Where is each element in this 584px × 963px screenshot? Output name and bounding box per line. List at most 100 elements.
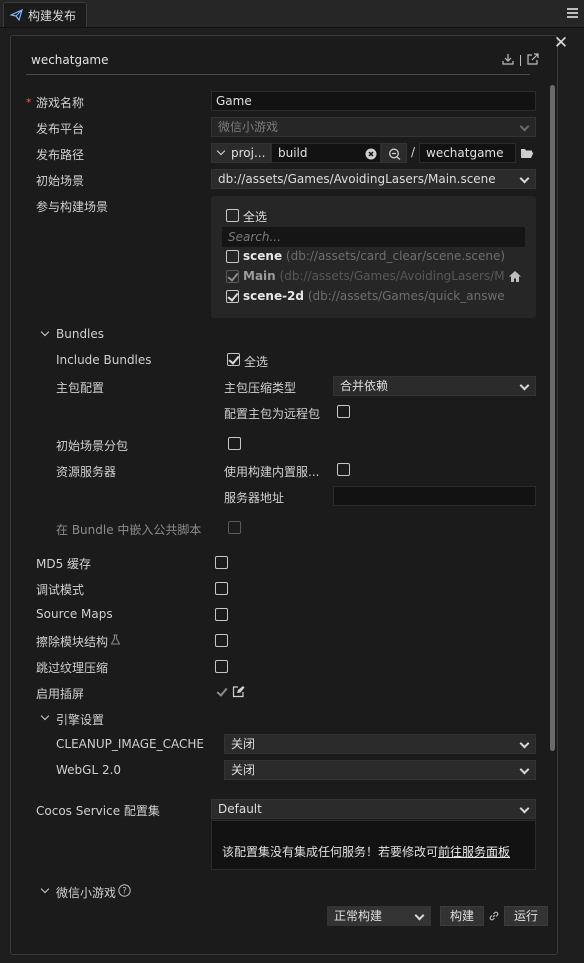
webgl2-select[interactable]: 关闭	[224, 760, 536, 780]
build-mode-select[interactable]: 正常构建	[327, 906, 431, 926]
run-button[interactable]: 运行	[504, 906, 548, 926]
platform-header-title: wechatgame	[31, 53, 109, 67]
header-actions	[502, 53, 539, 68]
splash-label: 启用插屏	[36, 687, 85, 701]
remote-main-checkbox[interactable]	[337, 405, 350, 418]
path-name-input[interactable]: wechatgame	[419, 143, 516, 163]
path-prefix-value: proj...	[231, 146, 266, 160]
skip-texture-label: 跳过纹理压缩	[36, 661, 109, 675]
home-icon	[508, 270, 522, 286]
include-bundles-label: Include Bundles	[56, 353, 152, 367]
scene-checkbox-2d[interactable]	[226, 290, 239, 303]
tab-bar: 构建发布	[0, 0, 584, 28]
chevron-down-icon	[216, 146, 226, 156]
cleanup-cache-value: 关闭	[231, 737, 256, 751]
clear-icon[interactable]	[365, 147, 377, 162]
cocos-service-value: Default	[218, 802, 262, 816]
debug-mode-label: 调试模式	[36, 583, 85, 597]
scene-search-input[interactable]: Search...	[222, 227, 525, 247]
build-button[interactable]: 构建	[440, 906, 484, 926]
paper-plane-icon	[10, 9, 23, 21]
service-panel-link[interactable]: 前往服务面板	[438, 845, 510, 859]
scene-item-path: (db://assets/Games/quick_answer/scene-2d…	[307, 289, 505, 303]
path-prefix-select[interactable]: proj...	[211, 143, 271, 163]
webgl2-value: 关闭	[231, 763, 256, 777]
start-scene-label: 初始场景	[36, 174, 85, 188]
import-icon[interactable]	[502, 53, 514, 68]
cocos-service-select[interactable]: Default	[211, 799, 536, 819]
scene-item-name: scene-2d	[243, 289, 304, 303]
scrollbar-thumb[interactable]	[550, 85, 555, 751]
splash-checkbox	[215, 685, 228, 698]
builtin-server-checkbox[interactable]	[337, 463, 350, 476]
include-bundles-value: 全选	[244, 355, 269, 369]
chevron-down-icon	[519, 121, 530, 132]
scene-item-path: (db://assets/Games/AvoidingLasers/Main.s…	[279, 269, 505, 283]
path-folder-value: build	[278, 146, 308, 160]
include-bundles-checkbox[interactable]	[227, 353, 240, 366]
required-star: *	[26, 96, 32, 109]
flask-icon	[110, 634, 121, 648]
header-divider	[26, 74, 530, 75]
platform-select: 微信小游戏	[211, 117, 536, 137]
source-maps-checkbox[interactable]	[215, 608, 228, 621]
cleanup-cache-select[interactable]: 关闭	[224, 734, 536, 754]
start-scene-split-label: 初始场景分包	[56, 439, 129, 453]
build-path-label: 发布路径	[36, 148, 85, 162]
bundles-section-title[interactable]: Bundles	[56, 327, 104, 341]
embed-script-label: 在 Bundle 中嵌入公共脚本	[56, 523, 202, 537]
scene-item-name: Main	[243, 269, 276, 283]
chevron-down-icon	[519, 803, 530, 814]
debug-mode-checkbox[interactable]	[215, 582, 228, 595]
engine-section-title[interactable]: 引擎设置	[56, 711, 104, 728]
scene-checkbox[interactable]	[226, 250, 239, 263]
start-scene-select[interactable]: db://assets/Games/AvoidingLasers/Main.sc…	[211, 169, 536, 189]
build-mode-value: 正常构建	[334, 909, 383, 923]
scene-item-2d: scene-2d (db://assets/Games/quick_answer…	[243, 289, 505, 303]
wechat-section-title[interactable]: 微信小游戏	[56, 884, 116, 901]
export-icon[interactable]	[527, 53, 539, 68]
path-folder-input[interactable]: build	[271, 143, 381, 163]
erase-modules-checkbox[interactable]	[215, 634, 228, 647]
start-scene-value: db://assets/Games/AvoidingLasers/Main.sc…	[218, 172, 496, 186]
select-all-scenes-label: 全选	[243, 210, 268, 224]
server-address-input[interactable]	[333, 486, 536, 506]
compress-type-value: 合并依赖	[340, 379, 389, 393]
divider	[520, 55, 521, 66]
tab-build-publish[interactable]: 构建发布	[3, 2, 87, 27]
tab-title: 构建发布	[28, 8, 77, 23]
resource-server-label: 资源服务器	[56, 465, 117, 479]
service-message-text: 该配置集没有集成任何服务！若要修改可	[222, 845, 439, 859]
platform-label: 发布平台	[36, 122, 85, 136]
main-package-label: 主包配置	[56, 381, 105, 395]
service-message: 该配置集没有集成任何服务！若要修改可前往服务面板	[222, 843, 510, 860]
chevron-down-icon	[519, 173, 530, 184]
edit-icon[interactable]	[232, 685, 245, 701]
menu-icon[interactable]	[567, 8, 578, 20]
webgl2-label: WebGL 2.0	[56, 763, 122, 777]
search-icon	[388, 147, 401, 162]
skip-texture-checkbox[interactable]	[215, 660, 228, 673]
chevron-down-icon	[519, 764, 530, 775]
help-icon[interactable]: ?	[118, 884, 131, 900]
folder-open-icon[interactable]	[520, 148, 534, 162]
scene-item-path: (db://assets/card_clear/scene.scene)	[285, 249, 506, 263]
chevron-down-icon	[414, 910, 425, 921]
link-icon[interactable]	[488, 910, 500, 925]
select-all-scenes-checkbox[interactable]	[226, 209, 239, 222]
start-scene-split-checkbox[interactable]	[228, 437, 241, 450]
game-name-input[interactable]: Game	[211, 91, 536, 111]
cocos-service-label: Cocos Service 配置集	[36, 804, 160, 818]
embed-script-checkbox	[228, 521, 241, 534]
compress-type-label: 主包压缩类型	[224, 381, 297, 395]
path-search-button[interactable]	[381, 143, 407, 163]
cleanup-cache-label: CLEANUP_IMAGE_CACHE	[56, 737, 204, 751]
scene-item: scene (db://assets/card_clear/scene.scen…	[243, 249, 508, 263]
md5-cache-checkbox[interactable]	[215, 556, 228, 569]
chevron-down-icon	[519, 738, 530, 749]
compress-type-select[interactable]: 合并依赖	[333, 376, 536, 396]
scene-item-main: Main (db://assets/Games/AvoidingLasers/M…	[243, 269, 505, 283]
remote-main-label: 配置主包为远程包	[224, 407, 321, 421]
close-icon[interactable]: ✕	[553, 35, 569, 52]
chevron-down-icon	[519, 380, 530, 391]
